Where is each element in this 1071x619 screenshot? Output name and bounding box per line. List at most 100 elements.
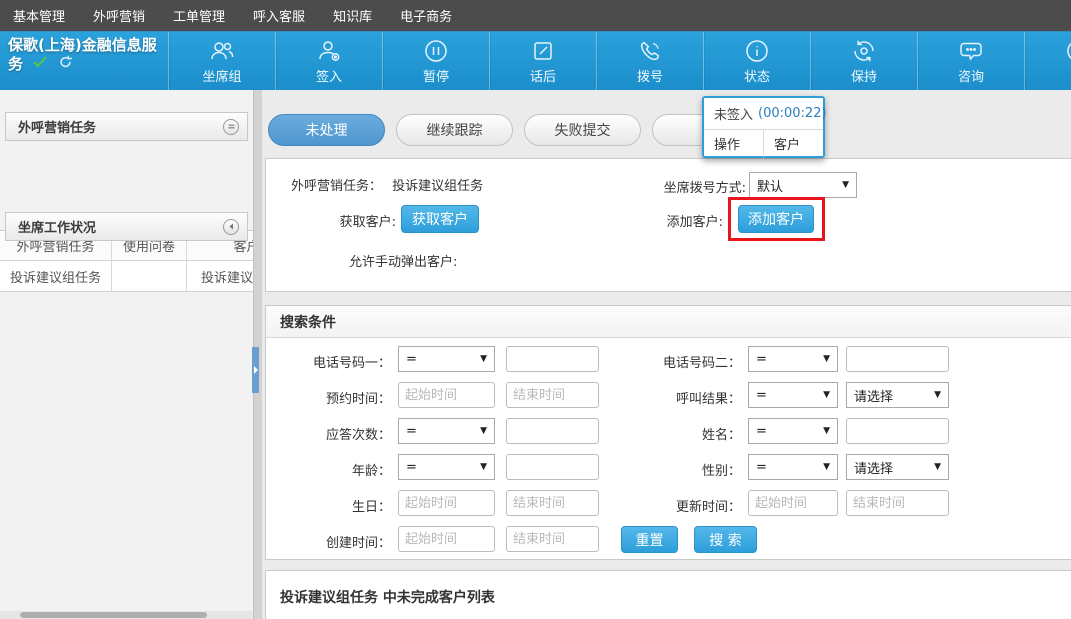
answer-count-operator-select[interactable]: =▼	[398, 418, 495, 444]
operator-value: =	[756, 388, 767, 403]
select-placeholder: 请选择	[854, 458, 893, 477]
birthday-start-input[interactable]	[398, 490, 495, 516]
add-customer-button[interactable]: 添加客户	[738, 205, 814, 233]
toolbar-item-after-call[interactable]: 话后	[490, 32, 597, 90]
toolbar-item-label: 保持	[851, 66, 877, 85]
tab-failed-submit[interactable]: 失败提交	[524, 114, 641, 146]
phone2-operator-select[interactable]: =▼	[748, 346, 838, 372]
gender-operator-select[interactable]: =▼	[748, 454, 838, 480]
create-end-input[interactable]	[506, 526, 599, 552]
search-panel: 搜索条件 电话号码一： =▼ 电话号码二： =▼ 预约时间： 呼叫结果： =▼ …	[265, 305, 1071, 560]
toolbar-item-label: 话后	[530, 66, 556, 85]
toolbar-item-label: 暂停	[423, 66, 449, 85]
call-result-operator-select[interactable]: =▼	[748, 382, 838, 408]
menu-item-outbound[interactable]: 外呼营销	[93, 6, 145, 25]
answer-count-label: 应答次数：	[266, 424, 391, 443]
appointment-start-input[interactable]	[398, 382, 495, 408]
chevron-down-icon: ▼	[934, 390, 941, 400]
reset-button[interactable]: 重置	[621, 526, 678, 553]
phone2-input[interactable]	[846, 346, 949, 372]
popup-tab-operation[interactable]: 操作	[704, 130, 763, 157]
phone-toolbar: 保歌(上海)金融信息服务 坐席组 签入 暂停 话后 拨号	[0, 32, 1071, 90]
add-customer-label: 添加客户:	[648, 211, 723, 230]
call-result-value-select[interactable]: 请选择▼	[846, 382, 949, 408]
name-label: 姓名：	[596, 424, 741, 443]
agent-status-popup: 未签入 (00:00:22) 操作 客户	[702, 96, 825, 158]
age-operator-select[interactable]: =▼	[398, 454, 495, 480]
expand-icon[interactable]	[223, 219, 239, 235]
toolbar-item-label: 状态	[744, 66, 770, 85]
toolbar-item-hold[interactable]: 保持	[811, 32, 918, 90]
dial-mode-value: 默认	[757, 176, 783, 195]
call-result-label: 呼叫结果：	[596, 388, 741, 407]
sidebar-collapse-handle[interactable]	[252, 347, 259, 393]
birthday-label: 生日：	[266, 496, 391, 515]
operator-value: =	[406, 352, 417, 367]
arrow-right-icon	[254, 366, 258, 374]
unfinished-list-title: 投诉建议组任务 中未完成客户列表	[280, 587, 495, 607]
agent-popup-tabs: 操作 客户	[704, 129, 823, 157]
tab-unprocessed[interactable]: 未处理	[268, 114, 385, 146]
agents-group-icon	[208, 38, 236, 64]
menu-item-inbound[interactable]: 呼入客服	[253, 6, 305, 25]
answer-count-input[interactable]	[506, 418, 599, 444]
birthday-end-input[interactable]	[506, 490, 599, 516]
tab-keep-tracking[interactable]: 继续跟踪	[396, 114, 513, 146]
operator-value: =	[756, 352, 767, 367]
fetch-customer-button[interactable]: 获取客户	[401, 205, 479, 233]
age-input[interactable]	[506, 454, 599, 480]
update-start-input[interactable]	[748, 490, 838, 516]
phone1-operator-select[interactable]: =▼	[398, 346, 495, 372]
appointment-end-input[interactable]	[506, 382, 599, 408]
phone1-input[interactable]	[506, 346, 599, 372]
questionnaire-cell	[112, 261, 187, 291]
toolbar-item-agent-group[interactable]: 坐席组	[169, 32, 276, 90]
collapse-icon[interactable]	[223, 119, 239, 135]
toolbar-item-pause[interactable]: 暂停	[383, 32, 490, 90]
pause-icon	[422, 38, 450, 64]
create-start-input[interactable]	[398, 526, 495, 552]
hold-icon	[850, 38, 878, 64]
task-name-label: 外呼营销任务： 投诉建议组任务	[291, 175, 483, 194]
search-button[interactable]: 搜 索	[694, 526, 757, 553]
create-time-label: 创建时间：	[266, 532, 391, 551]
menu-item-basic-mgmt[interactable]: 基本管理	[13, 6, 65, 25]
answer-icon	[1064, 38, 1071, 64]
chevron-down-icon: ▼	[823, 426, 830, 436]
sidebar-hscroll-thumb[interactable]	[20, 612, 207, 618]
update-end-input[interactable]	[846, 490, 949, 516]
toolbar-item-dial[interactable]: 拨号	[597, 32, 704, 90]
task-name-cell[interactable]: 投诉建议组任务	[0, 261, 112, 291]
sidebar-panel-outbound-tasks[interactable]: 外呼营销任务	[5, 112, 248, 141]
dial-mode-select[interactable]: 默认 ▼	[749, 172, 857, 198]
toolbar-item-sign-in[interactable]: 签入	[276, 32, 383, 90]
operator-value: =	[756, 424, 767, 439]
menu-item-ecommerce[interactable]: 电子商务	[400, 6, 452, 25]
menu-item-ticket-mgmt[interactable]: 工单管理	[173, 6, 225, 25]
search-panel-header: 搜索条件	[266, 306, 1071, 338]
sign-in-icon	[315, 38, 343, 64]
fetch-customer-label: 获取客户:	[321, 211, 396, 230]
chevron-down-icon: ▼	[842, 180, 849, 190]
gender-value-select[interactable]: 请选择▼	[846, 454, 949, 480]
name-operator-select[interactable]: =▼	[748, 418, 838, 444]
phone2-label: 电话号码二：	[596, 352, 741, 371]
refresh-icon[interactable]	[58, 55, 73, 74]
sidebar-panel-agent-status[interactable]: 坐席工作状况	[5, 212, 248, 241]
toolbar-item-label: 拨号	[637, 66, 663, 85]
menu-item-knowledge[interactable]: 知识库	[333, 6, 372, 25]
sidebar-hscrollbar[interactable]	[0, 611, 253, 619]
toolbar-item-status[interactable]: 状态	[704, 32, 811, 90]
dial-icon	[636, 38, 664, 64]
task-value-text: 投诉建议组任务	[392, 179, 483, 194]
task-label-text: 外呼营销任务：	[291, 179, 382, 194]
task-table-row[interactable]: 投诉建议组任务 投诉建议组客户组	[0, 261, 253, 292]
toolbar-item-answer[interactable]: 接	[1025, 32, 1071, 90]
toolbar-item-consult[interactable]: 咨询	[918, 32, 1025, 90]
status-icon	[743, 38, 771, 64]
toolbar-item-label: 坐席组	[202, 66, 241, 85]
agent-status-row: 未签入 (00:00:22)	[704, 98, 823, 129]
allow-manual-popup-label: 允许手动弹出客户:	[349, 251, 457, 270]
name-input[interactable]	[846, 418, 949, 444]
popup-tab-customer[interactable]: 客户	[763, 130, 823, 157]
